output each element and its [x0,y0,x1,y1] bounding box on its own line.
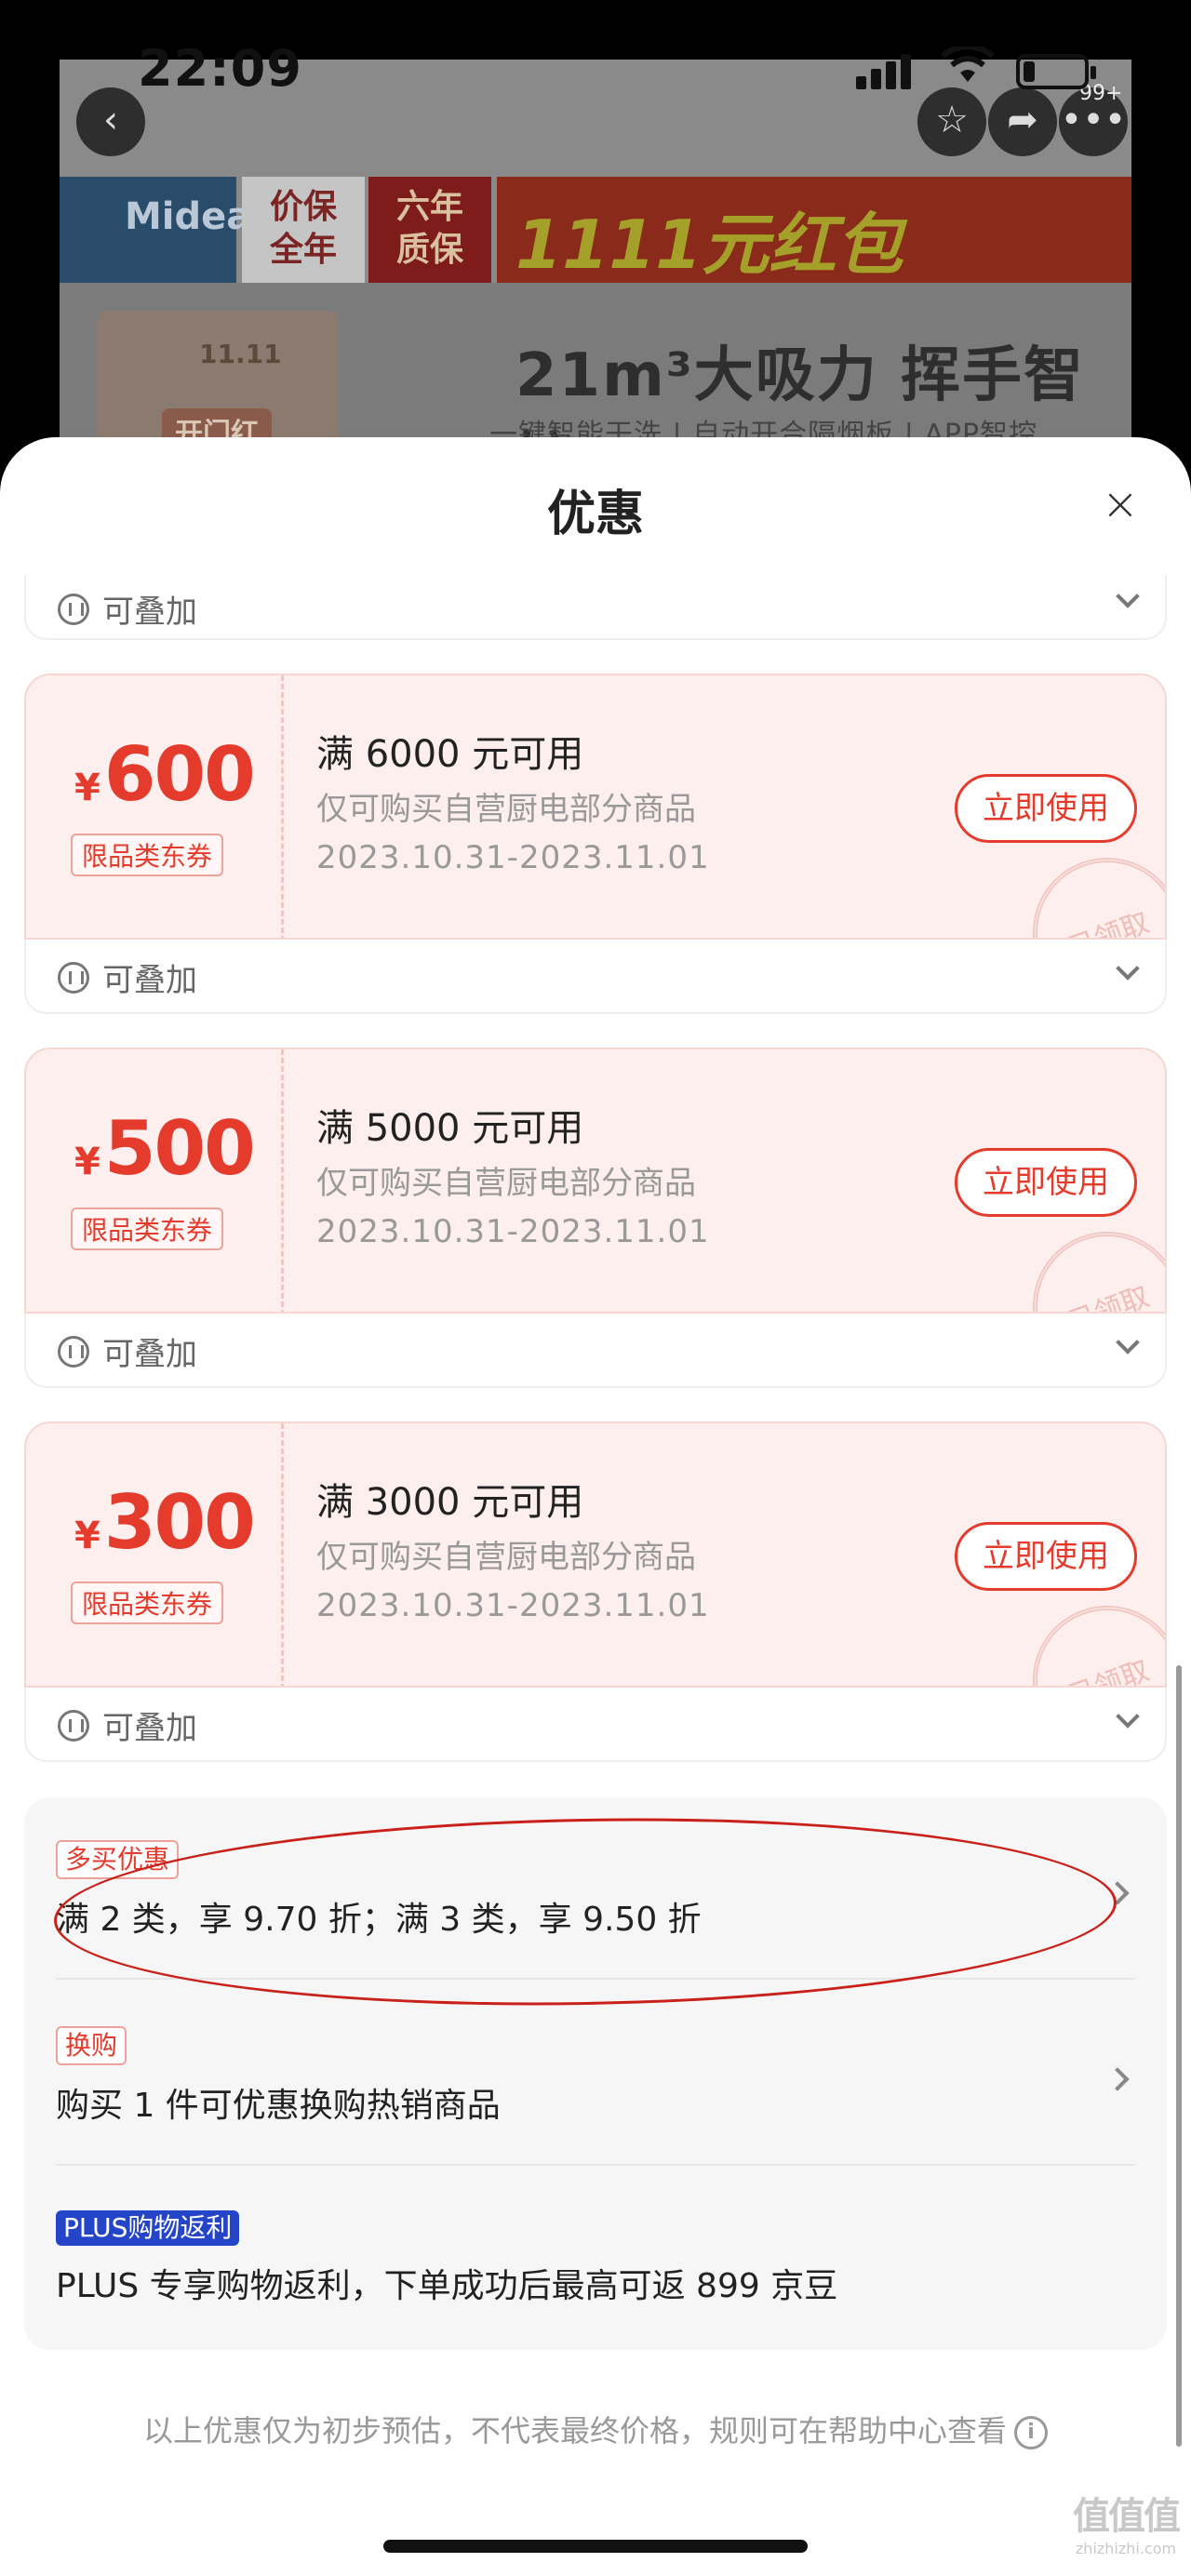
stack-icon [58,594,89,625]
battery-icon [1016,54,1096,89]
offer-tag: 换购 [56,2026,127,2065]
brand-logo: Midea [60,177,251,283]
offer-tag: PLUS购物返利 [56,2210,240,2246]
coupon-type-tag: 限品类东券 [71,834,224,876]
stack-row[interactable]: 可叠加 [24,1688,1167,1762]
red-envelope-banner: 1111元红包 [497,177,1131,284]
footnote: 以上优惠仅为初步预估，不代表最终价格，规则可在帮助中心查看 i [0,2408,1191,2450]
chevron-down-icon [1116,1330,1140,1355]
stack-icon [58,962,89,994]
use-now-button[interactable]: 立即使用 [955,1148,1137,1217]
signal-icon [856,54,916,89]
divider [56,2164,1135,2166]
use-now-button[interactable]: 立即使用 [955,1522,1137,1591]
chevron-down-icon [1116,1704,1140,1728]
claimed-stamp: 已领取 [1011,1210,1165,1312]
wifi-icon [941,47,995,82]
coupon-card: ¥500 限品类东券 满 5000 元可用 仅可购买自营厨电部分商品 2023.… [24,1048,1167,1314]
home-indicator[interactable] [383,2540,808,2553]
coupon-amount: ¥300 [74,1479,256,1566]
offer-trade-in[interactable]: 换购 购买 1 件可优惠换购热销商品 [56,2026,1135,2127]
offer-desc: 购买 1 件可优惠换购热销商品 [56,2087,501,2125]
coupon-condition: 满 6000 元可用 [316,733,584,776]
coupon-date: 2023.10.31-2023.11.01 [316,1213,710,1250]
top-banner: Midea 价保 全年 六年 质保 1111元红包 [60,177,1131,284]
claimed-stamp: 已领取 [1011,1584,1165,1686]
stack-icon [58,1710,89,1742]
coupon-condition: 满 3000 元可用 [316,1481,584,1524]
chevron-down-icon [1116,584,1140,608]
offer-plus-rebate: PLUS购物返利 PLUS 专享购物返利，下单成功后最高可返 899 京豆 [56,2210,1135,2307]
close-icon[interactable]: × [1098,482,1143,528]
claimed-stamp: 已领取 [1011,836,1165,938]
stack-row[interactable]: 可叠加 [24,1314,1167,1388]
offer-desc: PLUS 专享购物返利，下单成功后最高可返 899 京豆 [56,2267,838,2305]
coupon-condition: 满 5000 元可用 [316,1107,584,1150]
coupon-amount: ¥500 [74,1105,256,1192]
coupon-scope: 仅可购买自营厨电部分商品 [316,791,696,828]
status-time: 22:09 [138,39,302,98]
coupon-card: ¥300 限品类东券 满 3000 元可用 仅可购买自营厨电部分商品 2023.… [24,1421,1167,1688]
coupon-scope: 仅可购买自营厨电部分商品 [316,1539,696,1576]
chevron-down-icon [1116,956,1140,981]
coupon-date: 2023.10.31-2023.11.01 [316,1587,710,1624]
use-now-button[interactable]: 立即使用 [955,774,1137,843]
warranty-tag: 六年 质保 [368,177,491,283]
coupon-type-tag: 限品类东券 [71,1582,224,1624]
stack-icon [58,1336,89,1368]
price-protect-tag: 价保 全年 [242,177,365,283]
sheet-title: 优惠 [546,487,644,542]
stack-row[interactable]: 可叠加 [24,575,1167,640]
info-icon[interactable]: i [1014,2416,1048,2449]
coupon-scope: 仅可购买自营厨电部分商品 [316,1165,696,1202]
watermark: 值值值 zhizhizhi.com [1073,2495,1181,2557]
coupon-date: 2023.10.31-2023.11.01 [316,839,710,876]
scrollbar[interactable] [1176,1665,1182,2447]
stack-row[interactable]: 可叠加 [24,940,1167,1014]
coupon-type-tag: 限品类东券 [71,1208,224,1250]
status-bar: 22:09 [0,0,1191,121]
coupon-card: ¥600 限品类东券 满 6000 元可用 仅可购买自营厨电部分商品 2023.… [24,674,1167,940]
coupon-amount: ¥600 [74,731,256,818]
